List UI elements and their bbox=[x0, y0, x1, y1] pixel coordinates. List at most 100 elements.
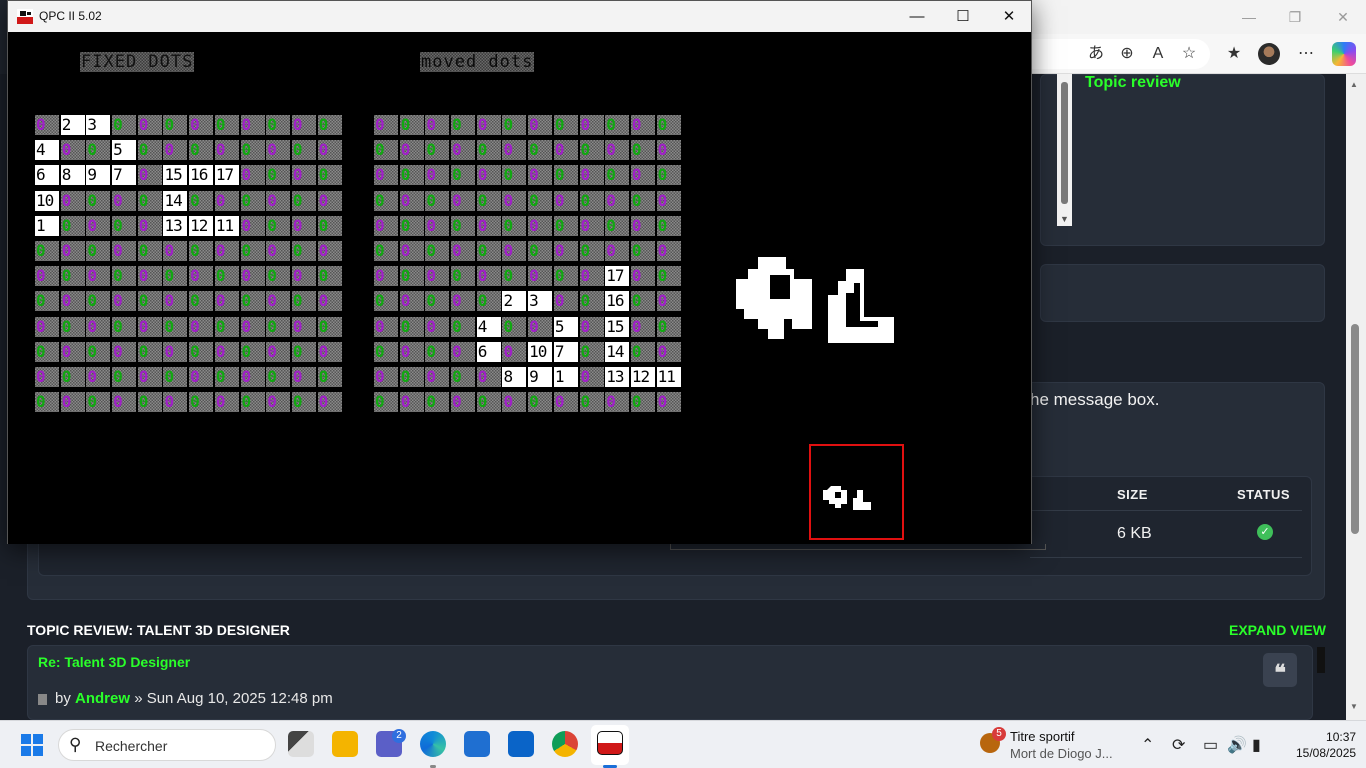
taskbar: ⚲ Rechercher 2 5 Titre sportif Mort de D… bbox=[0, 720, 1366, 768]
qpc-minimize-button[interactable]: — bbox=[894, 1, 940, 32]
grid-cell: 0 bbox=[579, 240, 604, 261]
grid-cell: 0 bbox=[86, 291, 111, 312]
grid-cell: 0 bbox=[189, 115, 214, 135]
display-icon[interactable]: ▭ bbox=[1203, 735, 1218, 755]
battery-icon[interactable]: ▮ bbox=[1252, 735, 1261, 755]
grid-cell: 0 bbox=[425, 341, 450, 362]
grid-cell: 0 bbox=[291, 266, 316, 287]
grid-cell: 0 bbox=[630, 115, 655, 135]
grid-cell: 0 bbox=[656, 190, 681, 211]
grid-cell: 0 bbox=[553, 115, 578, 135]
grid-cell: 0 bbox=[35, 366, 59, 387]
taskbar-clock[interactable]: 10:37 15/08/2025 bbox=[1296, 729, 1356, 761]
outlook-icon[interactable] bbox=[508, 731, 534, 757]
grid-cell: 0 bbox=[399, 392, 424, 413]
grid-cell: 12 bbox=[189, 215, 214, 236]
grid-cell: 0 bbox=[137, 190, 162, 211]
size-column-header: SIZE bbox=[1117, 487, 1148, 502]
grid-cell: 0 bbox=[317, 341, 342, 362]
grid-cell: 0 bbox=[605, 165, 630, 186]
attachment-size: 6 KB bbox=[1117, 525, 1152, 542]
zoom-icon[interactable]: ⊕ bbox=[1115, 42, 1139, 66]
grid-cell: 0 bbox=[317, 316, 342, 337]
grid-cell: 0 bbox=[579, 392, 604, 413]
grid-cell: 0 bbox=[374, 266, 398, 287]
grid-cell: 0 bbox=[374, 190, 398, 211]
task-view-icon[interactable] bbox=[288, 731, 314, 757]
store-icon[interactable] bbox=[464, 731, 490, 757]
attachment-comment-field[interactable] bbox=[670, 544, 1046, 550]
grid-cell: 0 bbox=[528, 316, 553, 337]
grid-cell: 0 bbox=[630, 392, 655, 413]
grid-cell: 0 bbox=[451, 190, 476, 211]
grid-cell: 0 bbox=[266, 165, 291, 186]
grid-cell: 16 bbox=[189, 165, 214, 186]
favorite-star-icon[interactable]: ☆ bbox=[1177, 42, 1201, 66]
grid-cell: 0 bbox=[425, 240, 450, 261]
browser-minimize-button[interactable]: — bbox=[1226, 0, 1272, 34]
grid-cell: 0 bbox=[317, 392, 342, 413]
qpc-maximize-button[interactable]: ☐ bbox=[940, 1, 986, 32]
grid-cell: 0 bbox=[112, 366, 137, 387]
grid-cell: 0 bbox=[291, 240, 316, 261]
grid-cell: 0 bbox=[240, 165, 265, 186]
quote-button[interactable]: ❝ bbox=[1263, 653, 1297, 687]
grid-cell: 0 bbox=[240, 190, 265, 211]
file-explorer-icon[interactable] bbox=[332, 731, 358, 757]
qpc-logo-icon bbox=[17, 9, 33, 24]
sync-icon[interactable]: ⟳ bbox=[1172, 735, 1185, 755]
more-icon[interactable]: ⋯ bbox=[1294, 42, 1318, 66]
topic-review-scrollbar[interactable]: ▼ bbox=[1057, 74, 1072, 226]
browser-titlebar: — ❐ ✕ bbox=[1030, 0, 1366, 34]
chrome-icon[interactable] bbox=[552, 731, 578, 757]
favorites-icon[interactable]: ★ bbox=[1222, 42, 1246, 66]
taskbar-search[interactable]: ⚲ Rechercher bbox=[58, 729, 276, 761]
grid-cell: 17 bbox=[214, 165, 239, 186]
grid-cell: 0 bbox=[399, 140, 424, 161]
grid-cell: 0 bbox=[266, 190, 291, 211]
grid-cell: 0 bbox=[630, 266, 655, 287]
grid-cell: 0 bbox=[137, 266, 162, 287]
grid-cell: 0 bbox=[266, 366, 291, 387]
grid-cell: 0 bbox=[163, 366, 188, 387]
start-button[interactable] bbox=[21, 734, 43, 756]
text-size-icon[interactable]: A bbox=[1146, 42, 1170, 66]
grid-cell: 0 bbox=[317, 140, 342, 161]
qpc-window: QPC II 5.02 — ☐ ✕ FIXED DOTS moved dots … bbox=[7, 0, 1032, 544]
post-date: » Sun Aug 10, 2025 12:48 pm bbox=[134, 690, 333, 707]
edge-icon[interactable] bbox=[420, 731, 446, 757]
scrollbar-thumb[interactable] bbox=[1351, 324, 1359, 534]
grid-cell: 0 bbox=[214, 291, 239, 312]
browser-close-button[interactable]: ✕ bbox=[1320, 0, 1366, 34]
read-aloud-icon[interactable]: あ bbox=[1084, 42, 1108, 66]
grid-cell: 0 bbox=[502, 165, 527, 186]
topic-review-panel bbox=[1040, 74, 1325, 246]
grid-cell: 8 bbox=[60, 165, 85, 186]
grid-cell: 0 bbox=[476, 366, 501, 387]
post-title-link[interactable]: Re: Talent 3D Designer bbox=[38, 654, 190, 670]
grid-cell: 0 bbox=[553, 165, 578, 186]
qpc-titlebar: QPC II 5.02 — ☐ ✕ bbox=[8, 1, 1031, 32]
grid-cell: 0 bbox=[528, 392, 553, 413]
grid-cell: 0 bbox=[374, 316, 398, 337]
scroll-down-icon[interactable]: ▼ bbox=[1350, 702, 1358, 711]
chevron-up-icon[interactable]: ⌃ bbox=[1141, 735, 1154, 755]
post-panel bbox=[27, 645, 1313, 720]
qpc-screen[interactable]: FIXED DOTS moved dots 023000000000400500… bbox=[8, 32, 1031, 544]
grid-cell: 0 bbox=[35, 266, 59, 287]
post-meta: by Andrew » Sun Aug 10, 2025 12:48 pm bbox=[38, 690, 333, 707]
grid-cell: 0 bbox=[374, 341, 398, 362]
grid-cell: 0 bbox=[112, 266, 137, 287]
copilot-icon[interactable] bbox=[1332, 42, 1356, 66]
avatar[interactable] bbox=[1258, 43, 1280, 65]
volume-icon[interactable]: 🔊 bbox=[1227, 735, 1247, 755]
grid-cell: 0 bbox=[137, 392, 162, 413]
qpc-close-button[interactable]: ✕ bbox=[986, 1, 1032, 32]
browser-restore-button[interactable]: ❐ bbox=[1272, 0, 1318, 34]
scroll-up-icon[interactable]: ▲ bbox=[1350, 80, 1358, 89]
grid-cell: 0 bbox=[86, 190, 111, 211]
message-hint-text: he message box. bbox=[1030, 390, 1160, 409]
expand-view-link[interactable]: EXPAND VIEW bbox=[1229, 622, 1326, 638]
page-scrollbar[interactable]: ▲ ▼ bbox=[1346, 74, 1366, 720]
post-author-link[interactable]: Andrew bbox=[75, 690, 130, 707]
